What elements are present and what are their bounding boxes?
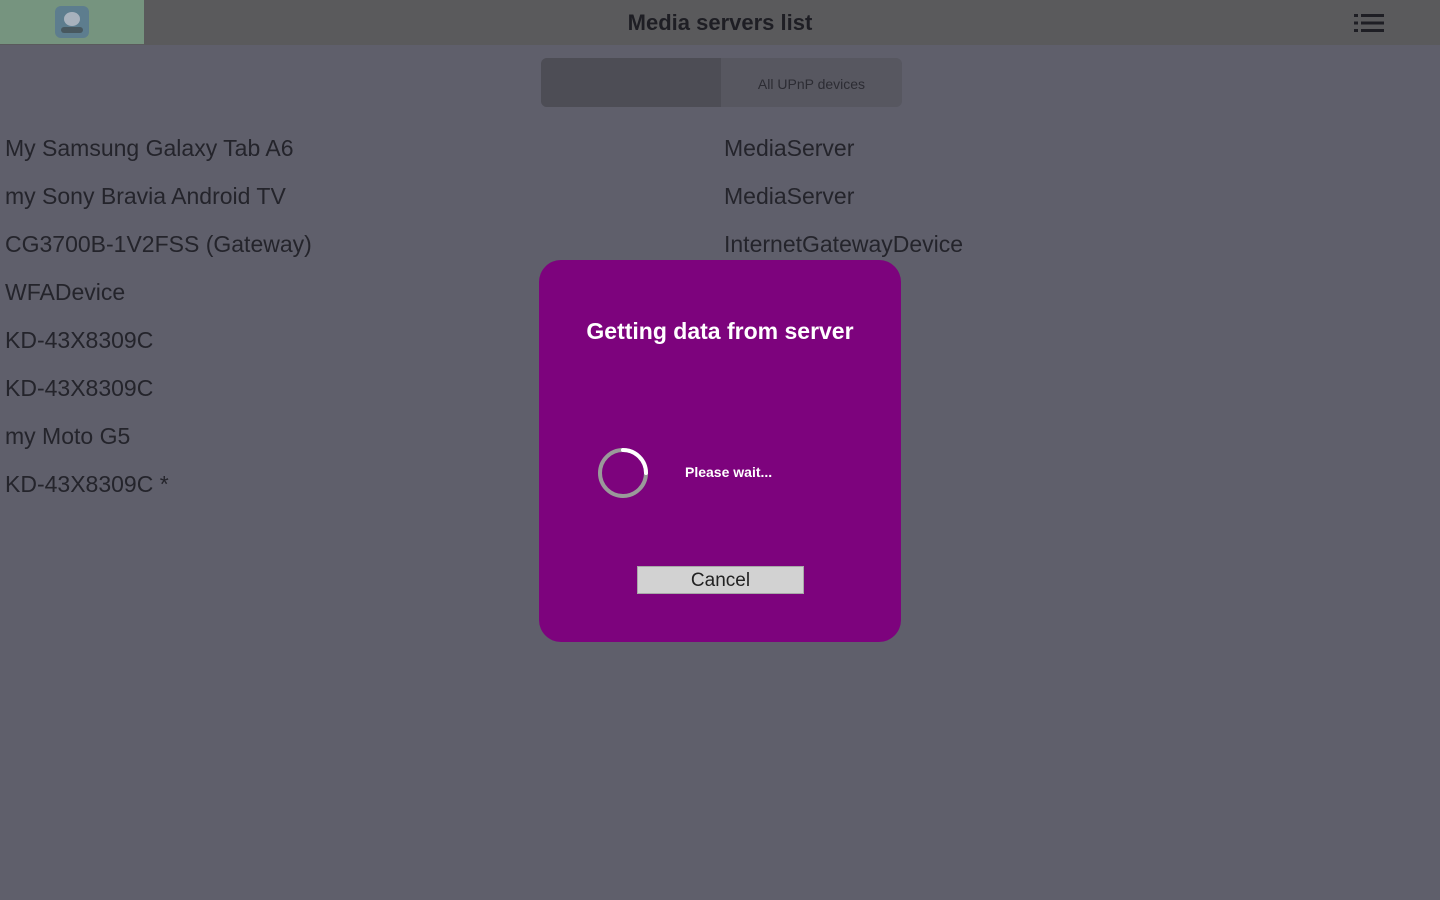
device-name: My Samsung Galaxy Tab A6 bbox=[5, 135, 294, 161]
device-name: KD-43X8309C bbox=[5, 375, 154, 401]
device-name: KD-43X8309C bbox=[5, 327, 154, 353]
device-type: MediaServer bbox=[724, 183, 855, 209]
page-title: Media servers list bbox=[627, 10, 813, 35]
app-header: Media servers list bbox=[0, 0, 1440, 45]
device-name: CG3700B-1V2FSS (Gateway) bbox=[5, 231, 312, 257]
list-item[interactable]: My Samsung Galaxy Tab A6 MediaServer bbox=[5, 124, 1105, 172]
device-type: MediaServer bbox=[724, 135, 855, 161]
list-menu-icon[interactable] bbox=[1354, 13, 1384, 33]
device-name: my Sony Bravia Android TV bbox=[5, 183, 286, 209]
segment-all-upnp-devices[interactable]: All UPnP devices bbox=[721, 58, 902, 107]
progress-dialog: Getting data from server Please wait... … bbox=[539, 260, 901, 642]
device-name: KD-43X8309C * bbox=[5, 471, 169, 497]
dialog-title: Getting data from server bbox=[586, 318, 854, 344]
device-name: my Moto G5 bbox=[5, 423, 131, 449]
wait-message: Please wait... bbox=[685, 464, 773, 480]
list-item[interactable]: my Sony Bravia Android TV MediaServer bbox=[5, 172, 1105, 220]
segment-media-servers[interactable] bbox=[541, 58, 721, 107]
device-name: WFADevice bbox=[5, 279, 126, 305]
cancel-button[interactable]: Cancel bbox=[637, 566, 804, 594]
loading-spinner-icon bbox=[598, 448, 648, 498]
device-filter-toggle: All UPnP devices bbox=[541, 58, 902, 107]
